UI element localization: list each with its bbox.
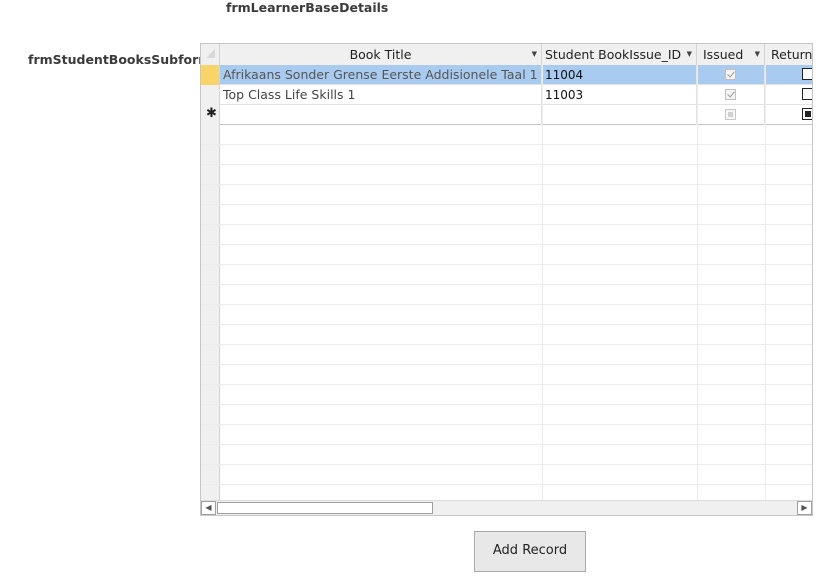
datasheet-grid[interactable]: Book Title ▼ Student BookIssue_ID ▼ Issu… (200, 43, 813, 516)
column-header-row: Book Title ▼ Student BookIssue_ID ▼ Issu… (201, 44, 812, 66)
grid-line (201, 364, 812, 365)
scroll-right-icon[interactable]: ▶ (797, 501, 812, 515)
return-checkbox[interactable] (802, 68, 812, 80)
column-header-label: Issued (703, 47, 744, 62)
column-header-book-title[interactable]: Book Title ▼ (220, 44, 542, 65)
issue-id-cell[interactable] (542, 105, 697, 125)
issued-checkbox[interactable] (725, 89, 736, 100)
book-title-cell[interactable]: Top Class Life Skills 1 (220, 85, 542, 105)
grid-line (201, 464, 812, 465)
column-header-label: Book Title (349, 47, 412, 62)
grid-line (201, 384, 812, 385)
add-record-button[interactable]: Add Record (474, 531, 586, 572)
return-cell (765, 85, 812, 105)
column-divider (697, 65, 698, 501)
issue-id-cell[interactable]: 11003 (542, 85, 697, 105)
horizontal-scrollbar[interactable]: ◀ ▶ (201, 500, 812, 515)
grid-line (201, 304, 812, 305)
return-checkbox[interactable] (802, 88, 812, 100)
dropdown-arrow-icon[interactable]: ▼ (687, 44, 692, 65)
column-header-label: Student BookIssue_ID (545, 47, 682, 62)
subform-label: frmStudentBooksSubform (28, 52, 212, 67)
return-cell (765, 65, 812, 85)
column-header-issued[interactable]: Issued ▼ (697, 44, 765, 65)
dropdown-arrow-icon[interactable]: ▼ (755, 44, 760, 65)
column-header-issue-id[interactable]: Student BookIssue_ID ▼ (542, 44, 697, 65)
new-record-icon: ✱ (206, 106, 217, 121)
grid-line (201, 404, 812, 405)
issued-cell (697, 65, 765, 85)
column-divider (765, 65, 766, 501)
scroll-left-icon[interactable]: ◀ (201, 501, 216, 515)
book-title-cell[interactable] (220, 105, 542, 125)
grid-line (201, 224, 812, 225)
grid-line (201, 444, 812, 445)
record-selector[interactable]: ✱ (201, 105, 220, 125)
return-cell (765, 105, 812, 125)
select-all-corner[interactable] (201, 44, 220, 65)
record-selector[interactable] (201, 65, 220, 85)
grid-line (201, 344, 812, 345)
grid-line (201, 264, 812, 265)
table-row[interactable]: Afrikaans Sonder Grense Eerste Addisione… (201, 65, 812, 85)
column-header-return[interactable]: Return (765, 44, 813, 65)
table-row[interactable]: Top Class Life Skills 1 11003 (201, 85, 812, 105)
form-title: frmLearnerBaseDetails (226, 0, 389, 15)
grid-line (201, 144, 812, 145)
issued-cell (697, 85, 765, 105)
scrollbar-thumb[interactable] (217, 502, 433, 514)
column-header-label: Return (771, 47, 813, 62)
grid-line (201, 324, 812, 325)
grid-line (201, 424, 812, 425)
issued-checkbox[interactable] (725, 109, 736, 120)
grid-line (201, 284, 812, 285)
issued-cell (697, 105, 765, 125)
issued-checkbox[interactable] (725, 69, 736, 80)
grid-line (201, 484, 812, 485)
grid-line (201, 204, 812, 205)
column-divider (542, 65, 543, 501)
dropdown-arrow-icon[interactable]: ▼ (532, 44, 537, 65)
record-selector[interactable] (201, 85, 220, 105)
return-checkbox[interactable] (802, 108, 812, 120)
new-record-row[interactable]: ✱ (201, 105, 812, 125)
grid-line (201, 164, 812, 165)
grid-line (201, 244, 812, 245)
issue-id-cell[interactable]: 11004 (542, 65, 697, 85)
book-title-cell[interactable]: Afrikaans Sonder Grense Eerste Addisione… (220, 65, 542, 85)
grid-line (201, 184, 812, 185)
